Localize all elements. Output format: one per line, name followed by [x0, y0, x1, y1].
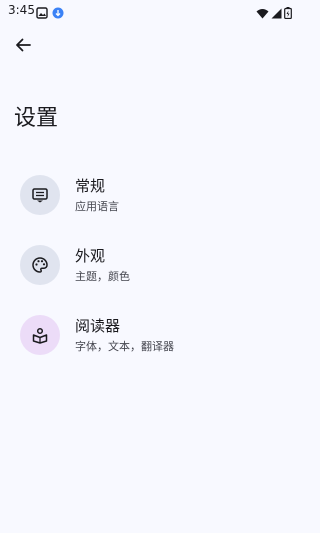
wifi-icon: [256, 4, 269, 23]
download-notification-icon: [52, 4, 64, 19]
book-reader-icon: [20, 315, 60, 355]
settings-item-description: 应用语言: [75, 200, 119, 213]
signal-icon: [271, 4, 282, 23]
settings-item-label: 阅读器: [75, 317, 121, 335]
settings-item-description: 字体，文本，翻译器: [75, 340, 174, 353]
settings-item-label: 外观: [75, 247, 106, 265]
settings-item-general[interactable]: 常规 应用语言: [0, 165, 300, 235]
settings-item-label: 常规: [75, 177, 106, 195]
settings-item-reader[interactable]: 阅读器 字体，文本，翻译器: [0, 305, 300, 375]
arrow-back-icon: [14, 36, 32, 58]
status-time: 3:45: [8, 3, 35, 17]
gallery-notification-icon: [36, 4, 48, 19]
status-bar: 3:45: [0, 0, 300, 22]
settings-item-description: 主题，颜色: [75, 270, 130, 283]
battery-icon: [284, 4, 292, 23]
settings-list: 常规 应用语言 外观 主题，颜色 阅读器 字体，文本，翻译器: [0, 165, 300, 375]
palette-icon: [20, 245, 60, 285]
keyboard-icon: [20, 175, 60, 215]
status-indicators: [256, 4, 292, 23]
back-button[interactable]: [10, 34, 36, 60]
page-title: 设置: [14, 106, 59, 131]
settings-item-appearance[interactable]: 外观 主题，颜色: [0, 235, 300, 305]
